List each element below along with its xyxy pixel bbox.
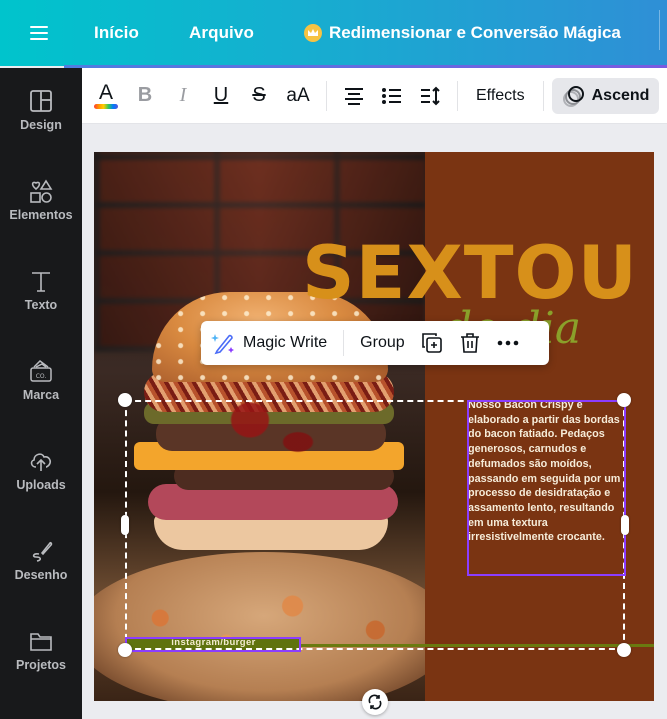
context-toolbar: Magic Write Group <box>201 321 549 365</box>
letter-case-button[interactable]: aA <box>278 78 318 114</box>
top-bar: Início Arquivo Redimensionar e Conversão… <box>0 0 667 68</box>
align-center-icon <box>345 87 363 105</box>
resize-handle-top-left[interactable] <box>118 393 132 407</box>
text-icon <box>28 268 54 294</box>
italic-button[interactable]: I <box>164 78 202 114</box>
more-icon <box>497 340 518 346</box>
resize-handle-left[interactable] <box>121 515 129 535</box>
instagram-handle[interactable]: instagram/burger <box>126 637 301 650</box>
nav-arquivo[interactable]: Arquivo <box>189 23 254 43</box>
strikethrough-button[interactable]: S <box>240 78 278 114</box>
delete-button[interactable] <box>451 326 489 360</box>
magic-write-label: Magic Write <box>243 334 328 351</box>
duplicate-button[interactable] <box>413 326 451 360</box>
resize-handle-bottom-right[interactable] <box>617 643 631 657</box>
effects-button[interactable]: Effects <box>466 78 535 114</box>
shapes-icon <box>28 178 54 204</box>
rotate-icon <box>368 694 382 710</box>
sidebar-item-uploads[interactable]: Uploads <box>0 448 82 518</box>
sidebar: Design Elementos Texto CO. Marca Uploads… <box>0 68 82 719</box>
context-divider <box>343 330 345 356</box>
brand-icon: CO. <box>28 358 54 384</box>
cloud-upload-icon <box>28 448 54 474</box>
sidebar-label: Texto <box>24 298 58 312</box>
magic-pen-icon <box>211 334 234 355</box>
svg-text:CO.: CO. <box>36 373 47 380</box>
line-spacing-icon <box>421 86 440 105</box>
toolbar-divider <box>326 80 327 111</box>
animate-label: Ascend <box>591 86 650 104</box>
color-swatch <box>94 103 118 109</box>
magic-resize-button[interactable]: Redimensionar e Conversão Mágica <box>303 23 621 43</box>
resize-handle-bottom-left[interactable] <box>118 643 132 657</box>
sidebar-item-marca[interactable]: CO. Marca <box>0 358 82 428</box>
underline-button[interactable]: U <box>202 78 240 114</box>
text-toolbar: A B I U S aA Effects Ascend <box>82 68 667 124</box>
resize-handle-top-right[interactable] <box>617 393 631 407</box>
sidebar-item-desenho[interactable]: Desenho <box>0 538 82 608</box>
sidebar-label: Elementos <box>9 208 73 222</box>
draw-icon <box>28 538 54 564</box>
magic-write-button[interactable]: Magic Write <box>211 331 327 355</box>
animate-button[interactable]: Ascend <box>551 77 660 114</box>
layout-icon <box>28 88 54 114</box>
sidebar-label: Marca <box>22 388 60 402</box>
rotate-button[interactable] <box>362 689 388 715</box>
hamburger-menu-button[interactable] <box>0 0 78 66</box>
more-button[interactable] <box>489 326 527 360</box>
align-center-button[interactable] <box>335 78 373 114</box>
text-color-icon: A <box>98 80 113 104</box>
spacing-button[interactable] <box>411 78 449 114</box>
sidebar-item-design[interactable]: Design <box>0 88 82 158</box>
description-text[interactable]: Nosso Bacon Crispy é elaborado a partir … <box>468 398 626 545</box>
resize-handle-right[interactable] <box>621 515 629 535</box>
hamburger-menu-icon <box>30 26 48 40</box>
folder-icon <box>28 628 54 654</box>
sidebar-item-elementos[interactable]: Elementos <box>0 178 82 248</box>
sidebar-item-projetos[interactable]: Projetos <box>0 628 82 698</box>
sidebar-label: Design <box>20 118 62 132</box>
nav-inicio[interactable]: Início <box>94 23 139 43</box>
trash-icon <box>460 333 479 353</box>
bold-button[interactable]: B <box>126 78 164 114</box>
design-canvas[interactable]: SEXTOU do dia Nosso Bacon Crispy é elabo… <box>94 152 654 701</box>
animation-icon <box>562 85 584 107</box>
crown-icon <box>303 24 322 42</box>
bullet-list-icon <box>382 87 401 104</box>
sidebar-item-texto[interactable]: Texto <box>0 268 82 338</box>
headline-text[interactable]: SEXTOU <box>302 236 638 312</box>
sidebar-label: Projetos <box>15 658 66 672</box>
sidebar-label: Uploads <box>16 478 66 492</box>
list-button[interactable] <box>373 78 411 114</box>
topbar-divider <box>659 10 660 50</box>
group-button[interactable]: Group <box>360 334 404 352</box>
text-color-button[interactable]: A <box>92 78 120 114</box>
duplicate-icon <box>421 333 442 353</box>
sidebar-label: Desenho <box>14 568 68 582</box>
magic-resize-label: Redimensionar e Conversão Mágica <box>328 23 621 42</box>
toolbar-divider <box>542 80 544 111</box>
toolbar-divider <box>457 80 458 111</box>
